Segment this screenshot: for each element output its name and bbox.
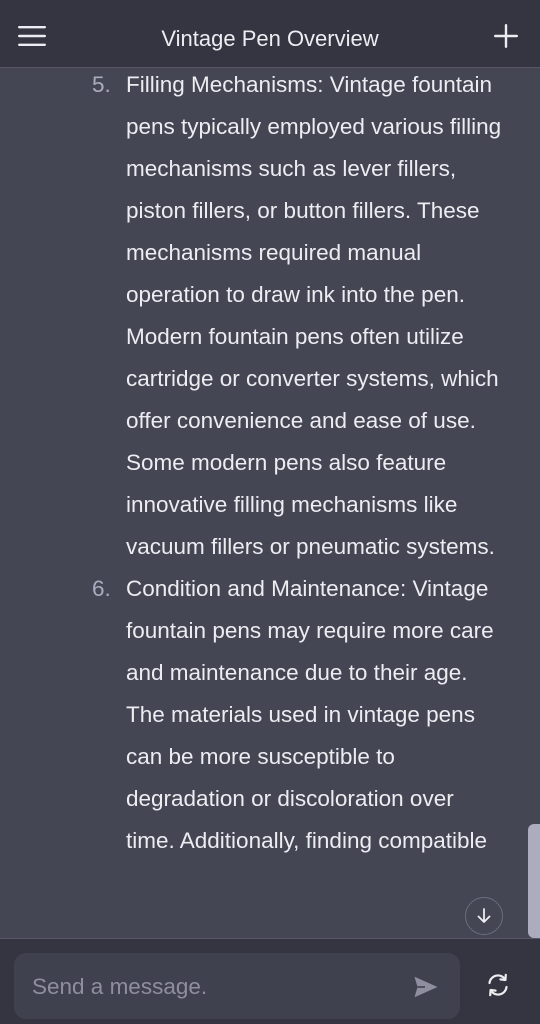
message-input[interactable]	[30, 953, 404, 1021]
list-number: 6.	[92, 576, 111, 601]
composer-bar	[0, 938, 540, 1024]
list-text: Condition and Maintenance: Vintage fount…	[126, 576, 494, 853]
arrow-down-icon	[477, 908, 491, 923]
top-bar: Vintage Pen Overview	[0, 0, 540, 68]
plus-icon	[494, 24, 518, 48]
refresh-icon	[488, 973, 508, 997]
regenerate-button[interactable]	[478, 965, 518, 1005]
send-button[interactable]	[410, 971, 442, 1003]
scrollbar-thumb[interactable]	[528, 824, 540, 938]
new-chat-button[interactable]	[486, 16, 526, 56]
hamburger-menu-icon	[18, 26, 46, 46]
menu-button[interactable]	[10, 14, 54, 58]
chat-app: Vintage Pen Overview 5. Filling Mechanis…	[0, 0, 540, 1024]
chat-title: Vintage Pen Overview	[161, 26, 379, 51]
scroll-to-bottom-button[interactable]	[465, 897, 503, 935]
response-list: 5. Filling Mechanisms: Vintage fountain …	[0, 68, 501, 862]
send-icon	[414, 976, 438, 998]
message-input-box	[14, 953, 460, 1021]
list-item: 6. Condition and Maintenance: Vintage fo…	[0, 568, 500, 862]
list-text: Filling Mechanisms: Vintage fountain pen…	[126, 72, 502, 559]
list-item: 5. Filling Mechanisms: Vintage fountain …	[0, 68, 501, 568]
message-area[interactable]: 5. Filling Mechanisms: Vintage fountain …	[0, 68, 540, 938]
list-number: 5.	[92, 72, 111, 97]
